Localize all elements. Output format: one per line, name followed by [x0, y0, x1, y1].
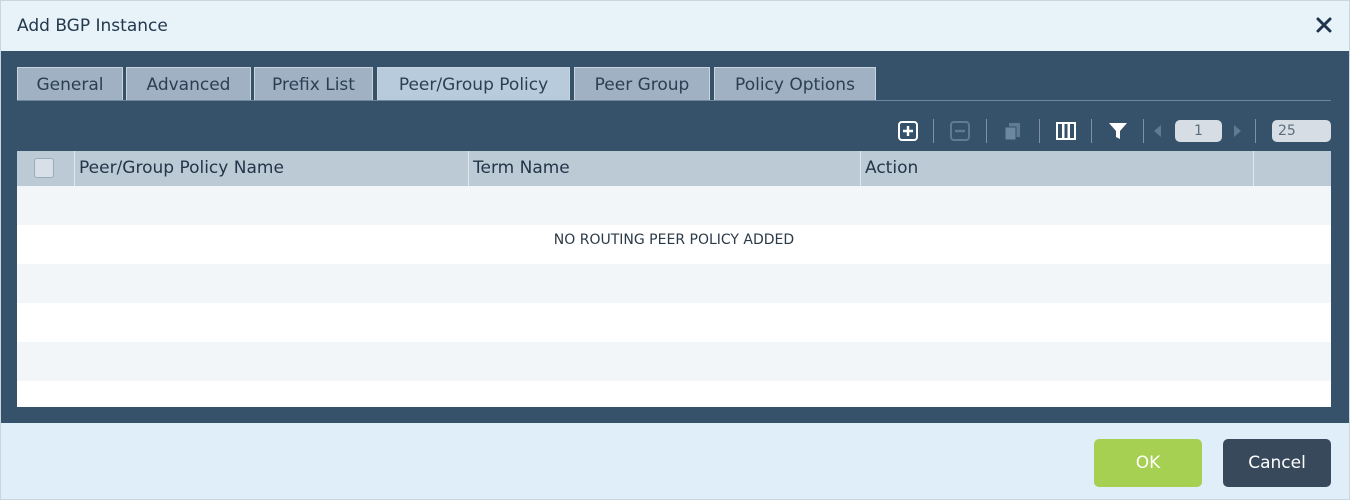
tab-peer-group-policy[interactable]: Peer/Group Policy	[377, 67, 570, 101]
copy-icon[interactable]	[1002, 120, 1024, 142]
tab-divider	[17, 100, 1331, 101]
remove-icon[interactable]	[949, 120, 971, 142]
columns-icon[interactable]	[1055, 120, 1077, 142]
page-size-select[interactable]: 25	[1272, 120, 1331, 142]
dialog-titlebar: Add BGP Instance	[1, 1, 1349, 51]
tab-policy-options[interactable]: Policy Options	[714, 67, 876, 101]
cancel-button[interactable]: Cancel	[1223, 439, 1331, 487]
filter-icon[interactable]	[1107, 120, 1129, 142]
toolbar-separator	[1091, 119, 1092, 143]
page-number-input[interactable]: 1	[1175, 120, 1222, 142]
toolbar-separator	[986, 119, 987, 143]
prev-page-icon[interactable]	[1151, 120, 1165, 142]
peer-policy-grid: Peer/Group Policy Name Term Name Action …	[17, 151, 1331, 407]
select-all-checkbox[interactable]	[34, 158, 54, 178]
select-all-cell	[17, 151, 75, 186]
dialog-body: General Advanced Prefix List Peer/Group …	[1, 51, 1349, 423]
add-bgp-instance-dialog: Add BGP Instance General Advanced Prefix…	[0, 0, 1350, 500]
table-row	[17, 342, 1331, 381]
close-icon[interactable]	[1313, 14, 1335, 36]
next-page-icon[interactable]	[1230, 120, 1244, 142]
table-row	[17, 186, 1331, 225]
grid-header: Peer/Group Policy Name Term Name Action	[17, 151, 1331, 186]
toolbar-separator	[933, 119, 934, 143]
tab-prefix-list[interactable]: Prefix List	[254, 67, 373, 101]
table-row	[17, 264, 1331, 303]
toolbar-separator	[1143, 119, 1144, 143]
empty-grid-message: NO ROUTING PEER POLICY ADDED	[553, 232, 795, 248]
toolbar-separator	[1039, 119, 1040, 143]
toolbar-separator	[1255, 119, 1256, 143]
table-row	[17, 303, 1331, 342]
tab-general[interactable]: General	[17, 67, 123, 101]
column-header-action[interactable]: Action	[861, 151, 1254, 186]
grid-toolbar: 1 25	[1, 115, 1349, 145]
dialog-title: Add BGP Instance	[17, 16, 168, 36]
add-icon[interactable]	[897, 120, 919, 142]
column-header-term-name[interactable]: Term Name	[469, 151, 861, 186]
tab-peer-group[interactable]: Peer Group	[574, 67, 710, 101]
column-header-spacer	[1254, 151, 1331, 186]
ok-button[interactable]: OK	[1094, 439, 1202, 487]
tab-advanced[interactable]: Advanced	[126, 67, 251, 101]
table-row	[17, 381, 1331, 407]
column-header-policy-name[interactable]: Peer/Group Policy Name	[75, 151, 469, 186]
dialog-footer: OK Cancel	[1, 423, 1349, 499]
